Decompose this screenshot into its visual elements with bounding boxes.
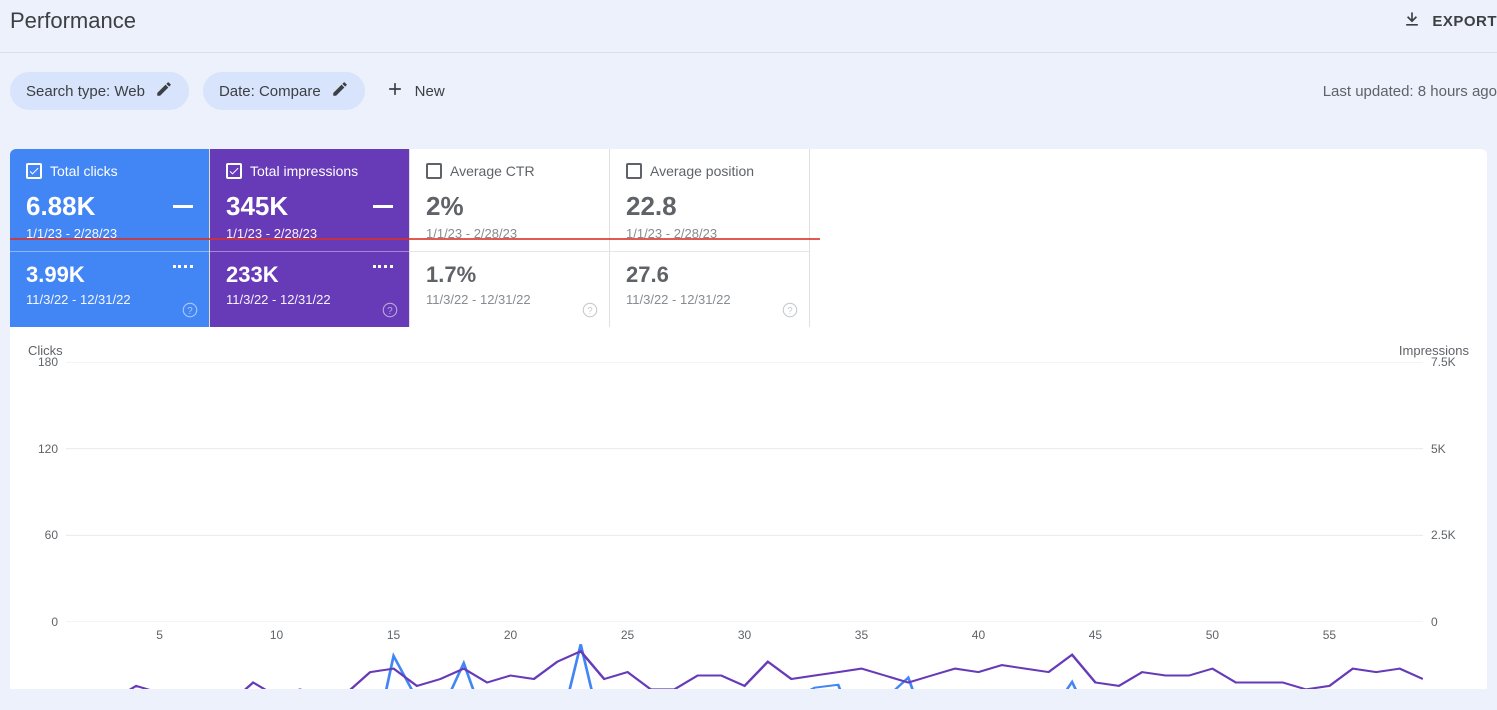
card-label: Total impressions [250,163,358,179]
date-label: Date: Compare [219,83,321,100]
plus-icon [385,79,405,103]
date-chip[interactable]: Date: Compare [203,72,365,110]
svg-text:?: ? [387,306,393,317]
add-new-label: New [415,83,445,100]
pencil-icon [155,80,173,102]
checkbox-icon [226,163,242,179]
download-icon [1402,9,1422,33]
checkbox-icon [626,163,642,179]
card-label: Average position [650,163,754,179]
card-value-current: 6.88K [26,191,193,222]
y-right-ticks: 02.5K5K7.5K [1427,362,1469,622]
export-button[interactable]: EXPORT [1402,9,1497,33]
card-value-compare: 3.99K [26,262,193,288]
export-label: EXPORT [1432,13,1497,30]
help-icon[interactable]: ? [181,301,199,319]
svg-text:?: ? [187,306,193,317]
last-updated-text: Last updated: 8 hours ago [1323,83,1497,100]
card-range-compare: 11/3/22 - 12/31/22 [626,292,793,307]
y-left-ticks: 060120180 [28,362,62,622]
card-value-compare: 1.7% [426,262,593,288]
card-value-compare: 233K [226,262,393,288]
card-value-current: 345K [226,191,393,222]
legend-solid-line [173,205,193,208]
svg-text:?: ? [787,306,793,317]
legend-solid-line [373,205,393,208]
page-title: Performance [10,8,136,34]
chart-grid [66,362,1423,622]
annotation-red-line [10,238,820,240]
add-new-button[interactable]: New [379,71,451,111]
legend-dashed-line [373,265,393,268]
card-label: Total clicks [50,163,118,179]
metric-cards: Total clicks 6.88K 1/1/23 - 2/28/23 3.99… [10,149,1487,327]
card-label: Average CTR [450,163,535,179]
card-value-current: 22.8 [626,191,793,222]
legend-dashed-line [173,265,193,268]
card-value-current: 2% [426,191,593,222]
pencil-icon [331,80,349,102]
performance-chart: Clicks Impressions 060120180 02.5K5K7.5K… [10,327,1487,652]
card-range-compare: 11/3/22 - 12/31/22 [426,292,593,307]
svg-text:?: ? [587,306,593,317]
help-icon[interactable]: ? [781,301,799,319]
card-value-compare: 27.6 [626,262,793,288]
checkbox-icon [26,163,42,179]
search-type-chip[interactable]: Search type: Web [10,72,189,110]
card-range-compare: 11/3/22 - 12/31/22 [26,292,193,307]
card-range-compare: 11/3/22 - 12/31/22 [226,292,393,307]
help-icon[interactable]: ? [381,301,399,319]
search-type-label: Search type: Web [26,83,145,100]
x-ticks: 510152025303540455055 [66,622,1423,642]
checkbox-icon [426,163,442,179]
help-icon[interactable]: ? [581,301,599,319]
